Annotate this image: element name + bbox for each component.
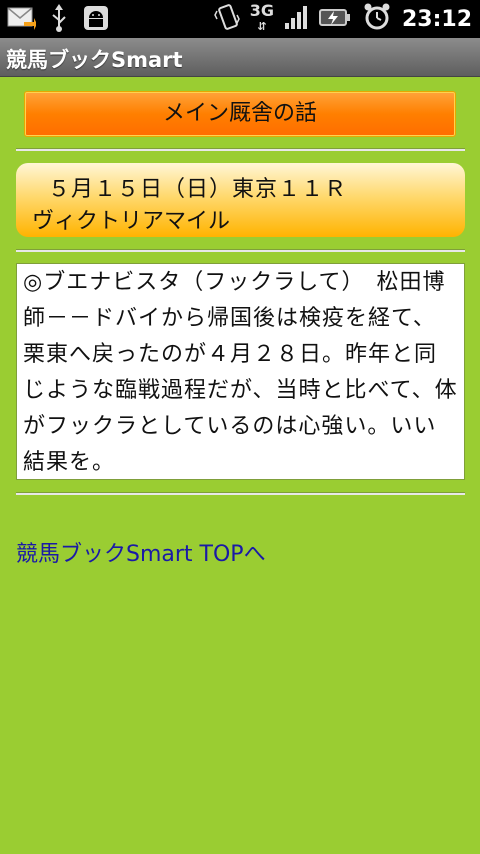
status-bar: 3G ⇵ 23:12 [0,0,480,38]
alarm-icon [362,2,392,36]
divider-bottom [16,492,465,495]
app-title: 競馬ブックSmart [6,48,183,72]
usb-icon [50,4,68,36]
stable-comment-box: ◎ブエナビスタ（フックラして） 松田博師－－ドバイから帰国後は検疫を経て、栗東へ… [16,263,465,480]
stable-comment-text: ◎ブエナビスタ（フックラして） 松田博師－－ドバイから帰国後は検疫を経て、栗東へ… [23,270,458,475]
battery-icon [318,3,352,35]
signal-icon [284,3,308,35]
data-arrows-icon: ⇵ [257,20,267,33]
network-label: 3G [249,1,274,20]
race-name: ヴィクトリアマイル [32,209,231,234]
network-type: 3G ⇵ [249,1,274,34]
race-date-venue: ５月１５日（日）東京１１Ｒ [48,177,348,202]
mail-icon [6,4,37,36]
divider-top [16,148,465,151]
race-info-box: ５月１５日（日）東京１１Ｒ ヴィクトリアマイル [16,163,465,237]
divider-middle [16,249,465,252]
section-header-button[interactable]: メイン厩舎の話 [24,91,456,137]
top-page-link[interactable]: 競馬ブックSmart TOPへ [16,536,266,568]
clock: 23:12 [401,6,472,32]
android-icon [82,4,110,36]
vibrate-icon [213,3,240,35]
app-title-bar: 競馬ブックSmart [0,38,480,77]
